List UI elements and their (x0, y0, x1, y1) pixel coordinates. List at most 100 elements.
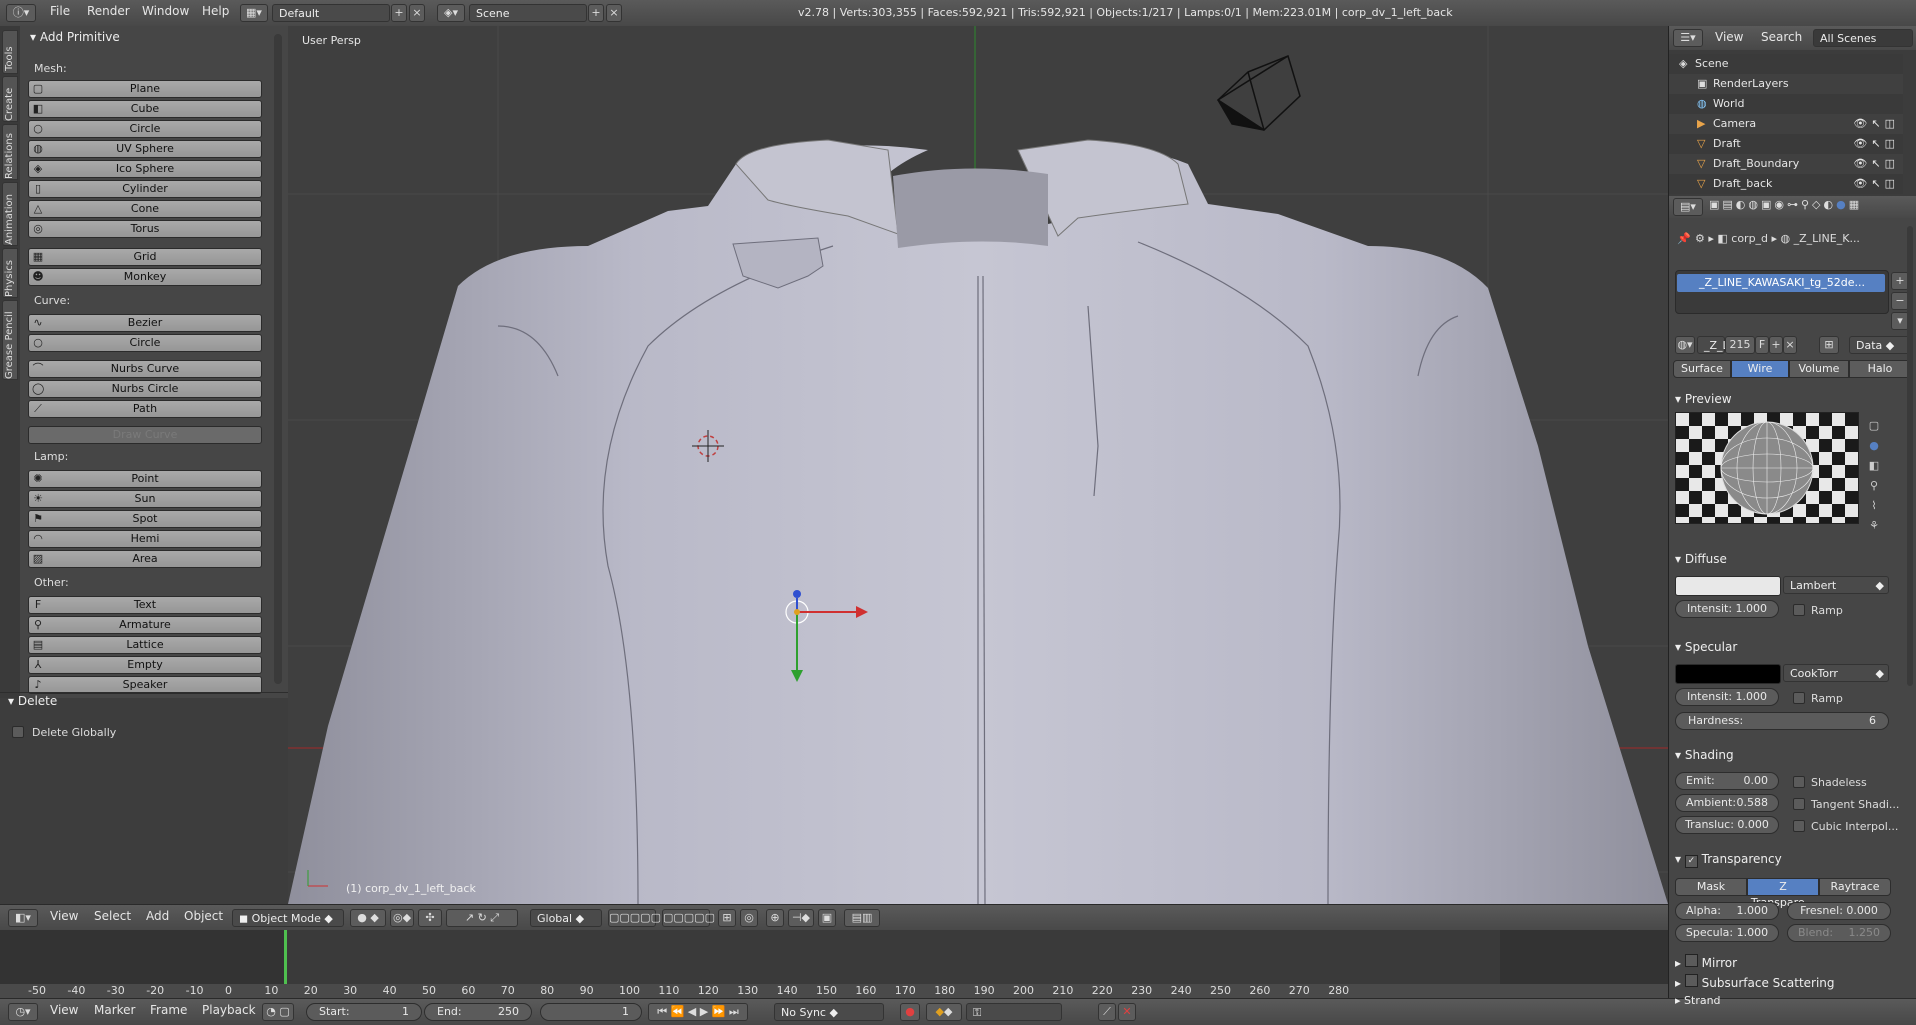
add-circle-button[interactable]: ○ Circle (28, 334, 262, 352)
diffuse-intensity-field[interactable]: Intensit: 1.000 (1675, 600, 1779, 618)
menu-add[interactable]: Add (146, 909, 169, 923)
sync-select[interactable]: No Sync ◆ (774, 1003, 884, 1021)
menu-render[interactable]: Render (87, 4, 130, 18)
visibility-toggles[interactable]: 👁↖◫ (1853, 157, 1899, 170)
tab-physics[interactable]: Physics (2, 248, 18, 298)
add-text-button[interactable]: F Text (28, 596, 262, 614)
render-anim-icons[interactable]: ▤▥ (844, 909, 880, 927)
outliner-row-draft-boundary[interactable]: ▽ Draft_Boundary 👁↖◫ (1669, 154, 1903, 174)
add-armature-button[interactable]: ⚲ Armature (28, 616, 262, 634)
menu-file[interactable]: File (50, 4, 70, 18)
manipulator-toggle[interactable]: ✣ (418, 909, 442, 927)
specular-shader-select[interactable]: CookTorr ◆ (1783, 664, 1889, 682)
specular-section-title[interactable]: ▾ Specular (1675, 640, 1737, 654)
menu-marker[interactable]: Marker (94, 1003, 135, 1017)
visibility-toggles[interactable]: 👁↖◫ (1853, 177, 1899, 190)
tab-wire[interactable]: Wire (1731, 360, 1789, 378)
menu-view[interactable]: View (50, 1003, 78, 1017)
fake-user-toggle[interactable]: F (1755, 336, 1769, 354)
tangent-shading-checkbox[interactable] (1793, 798, 1805, 810)
menu-playback[interactable]: Playback (202, 1003, 256, 1017)
specular-intensity-field[interactable]: Intensit: 1.000 (1675, 688, 1779, 706)
tab-animation[interactable]: Animation (2, 182, 18, 246)
start-frame-field[interactable]: Start: 1 (306, 1003, 422, 1021)
add-uv-sphere-button[interactable]: ◍ UV Sphere (28, 140, 262, 158)
properties-scrollbar[interactable] (1907, 226, 1913, 686)
shading-select[interactable]: ● ◆ (350, 909, 386, 927)
diffuse-section-title[interactable]: ▾ Diffuse (1675, 552, 1727, 566)
snap-element-icon[interactable]: ⊣◆ (788, 909, 814, 927)
tab-halo[interactable]: Halo (1849, 360, 1911, 378)
menu-view[interactable]: View (50, 909, 78, 923)
alpha-field[interactable]: Alpha: 1.000 (1675, 902, 1779, 920)
menu-view[interactable]: View (1715, 30, 1743, 44)
add-nurbs-circle-button[interactable]: ◯ Nurbs Circle (28, 380, 262, 398)
shadeless-checkbox[interactable] (1793, 776, 1805, 788)
scene-field[interactable]: Scene (469, 4, 587, 22)
delete-title[interactable]: ▾ Delete (8, 694, 57, 708)
menu-help[interactable]: Help (202, 4, 229, 18)
add-cube-button[interactable]: ◧ Cube (28, 100, 262, 118)
range-icons[interactable]: ◔ ▢ (262, 1003, 294, 1021)
preview-type-buttons[interactable]: ▢ ● ◧ ⚲ ⌇ ⚘ (1863, 416, 1885, 532)
tab-grease-pencil[interactable]: Grease Pencil (2, 300, 18, 380)
outliner-row-camera[interactable]: ▶ Camera 👁↖◫ (1669, 114, 1903, 134)
add-cone-button[interactable]: △ Cone (28, 200, 262, 218)
mirror-section-title[interactable]: ▸ Mirror (1675, 954, 1737, 970)
keying-set-field[interactable]: ⚿ (966, 1003, 1062, 1021)
outliner-row-draft[interactable]: ▽ Draft 👁↖◫ (1669, 134, 1903, 154)
add-circle-button[interactable]: ○ Circle (28, 120, 262, 138)
add-nurbs-curve-button[interactable]: ⌒ Nurbs Curve (28, 360, 262, 378)
layers-grid-2[interactable]: ▢▢▢▢▢ (662, 909, 715, 927)
preview-section-title[interactable]: ▾ Preview (1675, 392, 1732, 406)
outliner-row-world[interactable]: ◍ World (1669, 94, 1903, 114)
add-bezier-button[interactable]: ∿ Bezier (28, 314, 262, 332)
current-frame-indicator[interactable] (284, 930, 287, 984)
material-browse-icon[interactable]: ◍▾ (1675, 336, 1695, 354)
record-icon[interactable]: ● (900, 1003, 920, 1021)
hardness-field[interactable]: Hardness: 6 (1675, 712, 1889, 730)
add-plane-button[interactable]: ▢ Plane (28, 80, 262, 98)
shading-section-title[interactable]: ▾ Shading (1675, 748, 1734, 762)
keyframe-icons[interactable]: ◆◆ (926, 1003, 962, 1021)
tab-tools[interactable]: Tools (2, 30, 18, 74)
add-area-button[interactable]: ▨ Area (28, 550, 262, 568)
emit-field[interactable]: Emit: 0.00 (1675, 772, 1779, 790)
draw-curve-button[interactable]: Draw Curve (28, 426, 262, 444)
transparency-ztransp-tab[interactable]: Z Transpare... (1747, 878, 1819, 909)
layers-grid-1[interactable]: ▢▢▢▢▢ (608, 909, 661, 927)
end-frame-field[interactable]: End: 250 (424, 1003, 532, 1021)
material-users-count[interactable]: 215 (1725, 336, 1755, 354)
editor-type-button[interactable]: ☰▾ (1673, 29, 1703, 47)
editor-type-button[interactable]: ◷▾ (8, 1003, 38, 1021)
nodes-icon[interactable]: ⊞ (1819, 336, 1839, 354)
tab-create[interactable]: Create (2, 76, 18, 122)
add-monkey-button[interactable]: ☻ Monkey (28, 268, 262, 286)
toolshelf-scrollbar[interactable] (274, 34, 282, 684)
specular-alpha-field[interactable]: Specula: 1.000 (1675, 924, 1779, 942)
pin-icon[interactable]: 📌 (1677, 232, 1691, 245)
scene-add-icon[interactable]: + (588, 4, 604, 22)
manipulator-modes[interactable]: ↗ ↻ ⤢ (446, 909, 518, 927)
add-grid-button[interactable]: ▦ Grid (28, 248, 262, 266)
editor-type-button[interactable]: ▤▾ (1673, 198, 1703, 216)
add-point-button[interactable]: ✺ Point (28, 470, 262, 488)
outliner[interactable]: ☰▾ View Search All Scenes ◈ Scene ▣ RenderL… (1668, 26, 1916, 196)
insert-key-icon[interactable]: ⟋ (1098, 1003, 1116, 1021)
layout-icon[interactable]: ▦▾ (240, 4, 268, 22)
menu-select[interactable]: Select (94, 909, 131, 923)
blend-field[interactable]: Blend: 1.250 (1787, 924, 1891, 942)
add-primitive-title[interactable]: ▾ Add Primitive (30, 30, 120, 44)
pivot-select[interactable]: ◎◆ (390, 909, 414, 927)
outliner-row-renderlayers[interactable]: ▣ RenderLayers (1669, 74, 1903, 94)
add-empty-button[interactable]: ⅄ Empty (28, 656, 262, 674)
menu-search[interactable]: Search (1761, 30, 1802, 44)
tab-relations[interactable]: Relations (2, 124, 18, 180)
specular-color-swatch[interactable] (1675, 664, 1781, 684)
add-hemi-button[interactable]: ◠ Hemi (28, 530, 262, 548)
timeline-area[interactable] (0, 930, 1668, 984)
add-lattice-button[interactable]: ▤ Lattice (28, 636, 262, 654)
visibility-toggles[interactable]: 👁↖◫ (1853, 117, 1899, 130)
transparency-section-title[interactable]: ▾ ✓ Transparency (1675, 852, 1782, 868)
ambient-field[interactable]: Ambient: 0.588 (1675, 794, 1779, 812)
